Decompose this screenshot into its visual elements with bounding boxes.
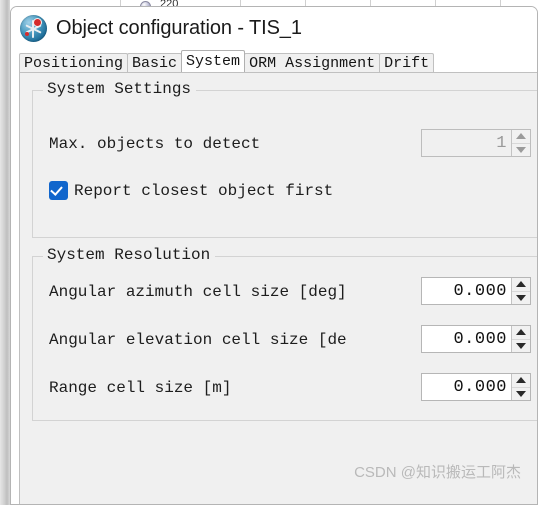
tab-drift-label: Drift [384, 55, 430, 72]
angular-azimuth-decrement-button[interactable] [512, 290, 530, 304]
angular-azimuth-cell-size-spinner[interactable]: 0.000 [421, 277, 531, 305]
angular-azimuth-cell-size-label: Angular azimuth cell size [deg] [49, 283, 347, 301]
chevron-up-icon [516, 281, 526, 288]
angular-elevation-spinner-buttons [511, 326, 530, 352]
max-objects-spinner[interactable]: 1 [421, 129, 531, 157]
tab-page-system: System Settings Max. objects to detect 1 [19, 72, 537, 504]
range-cell-size-row: Range cell size [m] [49, 379, 231, 397]
chevron-up-icon [516, 377, 526, 384]
chevron-down-icon [516, 390, 526, 397]
chevron-down-icon [516, 294, 526, 301]
angular-azimuth-cell-size-value: 0.000 [453, 281, 507, 301]
tab-system[interactable]: System [181, 50, 246, 72]
max-objects-value: 1 [496, 133, 507, 153]
window-frame-strip [0, 0, 10, 505]
report-closest-object-first-label: Report closest object first [74, 181, 334, 200]
max-objects-row: Max. objects to detect [49, 135, 260, 153]
tab-positioning[interactable]: Positioning [19, 53, 129, 72]
range-cell-size-value: 0.000 [453, 377, 507, 397]
range-cell-size-spinner[interactable]: 0.000 [421, 373, 531, 401]
screen: 220 Object configuration - TIS_1 Positio… [0, 0, 538, 505]
angular-elevation-decrement-button[interactable] [512, 338, 530, 352]
tab-system-label: System [186, 53, 241, 70]
max-objects-decrement-button[interactable] [512, 142, 530, 156]
chevron-up-icon [516, 329, 526, 336]
angular-elevation-cell-size-spinner[interactable]: 0.000 [421, 325, 531, 353]
checkbox-checked-icon [49, 181, 68, 200]
group-system-settings-legend: System Settings [43, 80, 197, 98]
angular-azimuth-cell-size-row: Angular azimuth cell size [deg] [49, 283, 347, 301]
range-cell-size-label: Range cell size [m] [49, 379, 232, 397]
chevron-down-icon [516, 342, 526, 349]
watermark: CSDN @知识搬运工阿杰 [354, 464, 521, 481]
group-system-resolution-legend: System Resolution [43, 246, 216, 264]
report-closest-object-first-checkbox[interactable]: Report closest object first [49, 181, 333, 200]
chevron-up-icon [516, 133, 526, 140]
angular-elevation-cell-size-value: 0.000 [453, 329, 507, 349]
tab-positioning-label: Positioning [24, 55, 124, 72]
max-objects-increment-button[interactable] [512, 130, 530, 143]
angular-azimuth-increment-button[interactable] [512, 278, 530, 291]
tab-drift[interactable]: Drift [379, 53, 435, 72]
tab-bar: Positioning Basic System ORM Assignment … [19, 50, 529, 72]
group-system-resolution: System Resolution Angular azimuth cell s… [32, 246, 537, 421]
group-system-settings: System Settings Max. objects to detect 1 [32, 80, 537, 238]
max-objects-spinner-buttons [511, 130, 530, 156]
tab-orm-assignment[interactable]: ORM Assignment [244, 53, 381, 72]
object-configuration-dialog: Object configuration - TIS_1 Positioning… [10, 6, 538, 505]
angular-azimuth-spinner-buttons [511, 278, 530, 304]
angular-elevation-cell-size-label: Angular elevation cell size [de [49, 331, 347, 349]
angular-elevation-increment-button[interactable] [512, 326, 530, 339]
robot-antenna-icon [20, 15, 47, 42]
dialog-titlebar: Object configuration - TIS_1 [11, 7, 537, 50]
max-objects-label: Max. objects to detect [49, 135, 261, 153]
tab-orm-assignment-label: ORM Assignment [249, 55, 376, 72]
range-cell-decrement-button[interactable] [512, 386, 530, 400]
angular-elevation-cell-size-row: Angular elevation cell size [de [49, 331, 409, 349]
tab-basic-label: Basic [132, 55, 178, 72]
dialog-title: Object configuration - TIS_1 [56, 17, 302, 39]
chevron-down-icon [516, 146, 526, 153]
range-cell-increment-button[interactable] [512, 374, 530, 387]
range-cell-spinner-buttons [511, 374, 530, 400]
tab-basic[interactable]: Basic [127, 53, 183, 72]
